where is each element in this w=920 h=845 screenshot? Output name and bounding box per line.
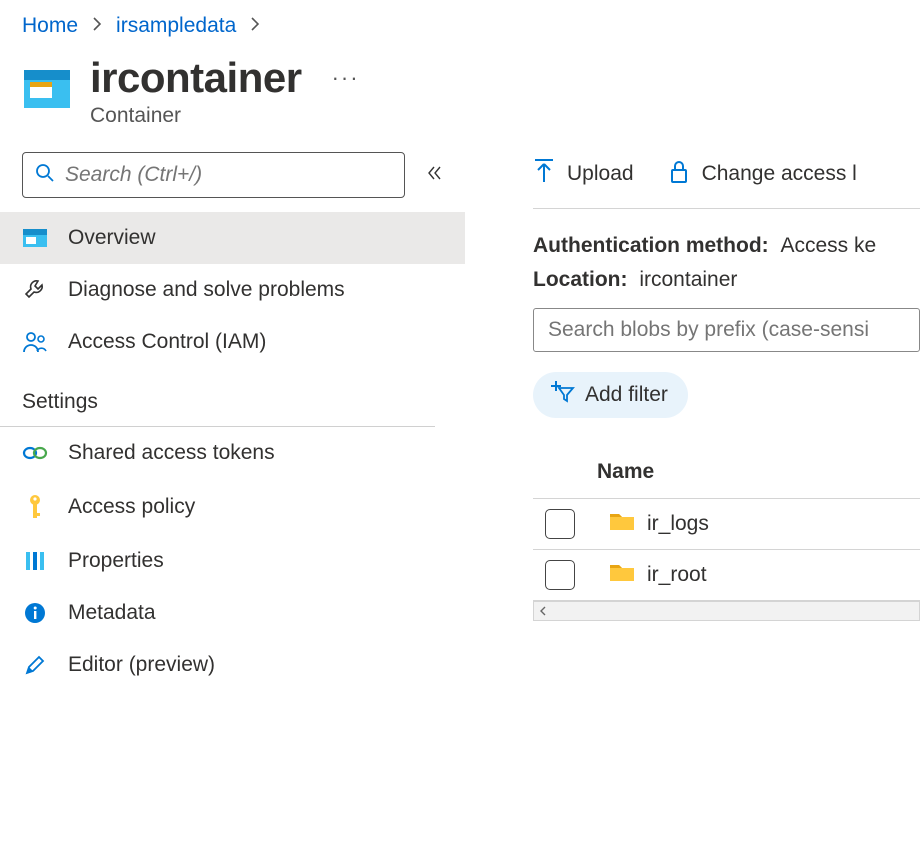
- add-filter-label: Add filter: [585, 383, 668, 407]
- sidebar: Overview Diagnose and solve problems Acc…: [0, 152, 465, 691]
- pencil-icon: [22, 654, 48, 676]
- sidebar-item-label: Metadata: [68, 601, 156, 625]
- chevron-right-icon: [92, 14, 102, 38]
- container-large-icon: [22, 64, 72, 114]
- toolbar: Upload Change access l: [533, 158, 920, 209]
- bars-icon: [22, 550, 48, 572]
- sidebar-item-label: Editor (preview): [68, 653, 215, 677]
- location-value: ircontainer: [639, 268, 737, 291]
- page-header: ircontainer ··· Container: [0, 44, 920, 152]
- sidebar-item-properties[interactable]: Properties: [0, 535, 465, 587]
- sidebar-item-iam[interactable]: Access Control (IAM): [0, 316, 465, 368]
- row-name-text: ir_root: [647, 563, 707, 587]
- collapse-icon[interactable]: [425, 164, 443, 187]
- lock-icon: [668, 158, 690, 190]
- sidebar-item-label: Shared access tokens: [68, 441, 275, 465]
- row-checkbox[interactable]: [545, 560, 575, 590]
- sidebar-item-overview[interactable]: Overview: [0, 212, 465, 264]
- sidebar-item-label: Overview: [68, 226, 156, 250]
- chevron-right-icon: [250, 14, 260, 38]
- sidebar-search-input[interactable]: [65, 163, 392, 187]
- people-icon: [22, 330, 48, 354]
- add-filter-button[interactable]: Add filter: [533, 372, 688, 418]
- sidebar-item-shared-access-tokens[interactable]: Shared access tokens: [0, 427, 465, 479]
- change-access-button[interactable]: Change access l: [668, 158, 857, 190]
- search-icon: [35, 163, 55, 188]
- sidebar-search[interactable]: [22, 152, 405, 198]
- sidebar-item-diagnose[interactable]: Diagnose and solve problems: [0, 264, 465, 316]
- upload-button[interactable]: Upload: [533, 158, 634, 190]
- column-name[interactable]: Name: [597, 460, 654, 484]
- table-row[interactable]: ir_root: [533, 550, 920, 601]
- location-label: Location:: [533, 268, 628, 291]
- folder-icon: [609, 562, 635, 588]
- scroll-left-arrow[interactable]: [538, 606, 548, 616]
- table-header: Name: [533, 446, 920, 499]
- key-icon: [22, 493, 48, 521]
- auth-method-label: Authentication method:: [533, 234, 769, 257]
- auth-method-value: Access ke: [781, 234, 877, 257]
- folder-icon: [609, 511, 635, 537]
- sidebar-item-label: Access Control (IAM): [68, 330, 266, 354]
- main-pane: Upload Change access l Authentication me…: [465, 152, 920, 691]
- sidebar-item-editor[interactable]: Editor (preview): [0, 639, 465, 691]
- container-icon: [22, 227, 48, 249]
- table-row[interactable]: ir_logs: [533, 499, 920, 550]
- toolbar-label: Upload: [567, 162, 634, 186]
- sidebar-item-access-policy[interactable]: Access policy: [0, 479, 465, 535]
- sidebar-item-metadata[interactable]: Metadata: [0, 587, 465, 639]
- row-name-text: ir_logs: [647, 512, 709, 536]
- upload-icon: [533, 158, 555, 190]
- sidebar-item-label: Diagnose and solve problems: [68, 278, 345, 302]
- page-subtitle: Container: [90, 104, 360, 128]
- more-icon[interactable]: ···: [332, 65, 360, 91]
- sidebar-item-label: Properties: [68, 549, 164, 573]
- sidebar-section-settings: Settings: [0, 368, 435, 427]
- sidebar-item-label: Access policy: [68, 495, 195, 519]
- blob-search-input[interactable]: [533, 308, 920, 352]
- breadcrumb: Home irsampledata: [0, 0, 920, 44]
- breadcrumb-home[interactable]: Home: [22, 14, 78, 38]
- wrench-icon: [22, 278, 48, 302]
- link-icon: [22, 444, 48, 462]
- horizontal-scrollbar[interactable]: [533, 601, 920, 621]
- filter-icon: [549, 381, 575, 409]
- row-checkbox[interactable]: [545, 509, 575, 539]
- toolbar-label: Change access l: [702, 162, 857, 186]
- blob-table: Name ir_logs ir_root: [533, 446, 920, 621]
- info-block: Authentication method: Access ke Locatio…: [533, 209, 920, 308]
- page-title: ircontainer: [90, 54, 302, 102]
- info-icon: [22, 602, 48, 624]
- breadcrumb-parent[interactable]: irsampledata: [116, 14, 236, 38]
